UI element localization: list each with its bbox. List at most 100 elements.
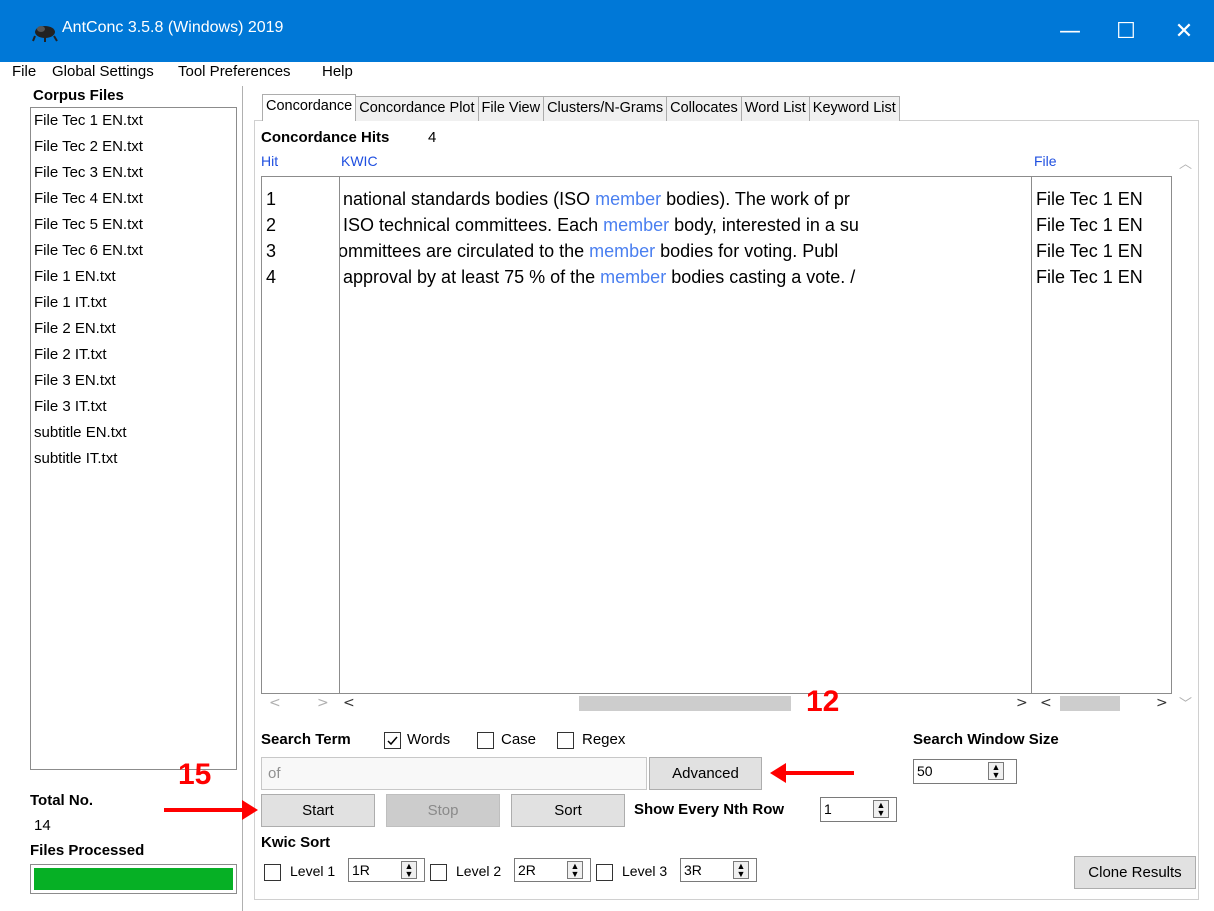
progress-fill <box>34 868 233 890</box>
hit-number[interactable]: 4 <box>266 267 276 288</box>
corpus-file-item[interactable]: File Tec 1 EN.txt <box>34 108 236 134</box>
spinner-arrows-icon[interactable]: ▲ ▼ <box>873 800 889 818</box>
search-window-size-spinner[interactable]: 50 ▲ ▼ <box>913 759 1017 784</box>
checkmark-icon <box>387 736 398 746</box>
scroll-right-icon[interactable]: > <box>1016 694 1028 713</box>
file-hscrollbar[interactable]: < > <box>1032 694 1172 713</box>
menu-help[interactable]: Help <box>322 63 353 80</box>
corpus-file-item[interactable]: subtitle EN.txt <box>34 420 236 446</box>
menu-tool-preferences[interactable]: Tool Preferences <box>178 63 291 80</box>
file-cell[interactable]: File Tec 1 EN <box>1036 189 1143 210</box>
panel-divider[interactable] <box>242 86 243 911</box>
spinner-arrows-icon[interactable]: ▲ ▼ <box>988 762 1004 780</box>
menu-global-settings[interactable]: Global Settings <box>52 63 154 80</box>
corpus-file-item[interactable]: File 1 EN.txt <box>34 264 236 290</box>
search-term-input[interactable]: of <box>261 757 647 790</box>
maximize-button[interactable]: ☐ <box>1096 0 1156 62</box>
corpus-file-item[interactable]: File Tec 6 EN.txt <box>34 238 236 264</box>
corpus-file-item[interactable]: File 1 IT.txt <box>34 290 236 316</box>
kwic-line[interactable]: ommittees are circulated to the member b… <box>339 241 838 262</box>
kwic-left-context: ommittees are circulated to the <box>339 241 590 261</box>
kwic-column[interactable]: national standards bodies (ISO member bo… <box>339 176 1032 694</box>
corpus-file-item[interactable]: File 3 IT.txt <box>34 394 236 420</box>
scroll-up-icon[interactable]: ︿ <box>1179 153 1192 172</box>
minimize-button[interactable]: — <box>1040 0 1100 62</box>
scroll-thumb[interactable] <box>1060 696 1120 711</box>
nth-row-value: 1 <box>824 801 832 817</box>
corpus-file-item[interactable]: File Tec 3 EN.txt <box>34 160 236 186</box>
regex-checkbox[interactable] <box>557 732 574 749</box>
antconc-app-icon <box>32 26 58 42</box>
hit-number[interactable]: 1 <box>266 189 276 210</box>
level3-value: 3R <box>684 862 702 878</box>
vertical-scrollbar[interactable]: ︿ ﹀ <box>1172 153 1197 713</box>
file-cell[interactable]: File Tec 1 EN <box>1036 267 1143 288</box>
scroll-right-icon[interactable]: > <box>1156 694 1168 713</box>
scroll-left-icon[interactable]: < <box>269 694 281 713</box>
corpus-file-item[interactable]: File 3 EN.txt <box>34 368 236 394</box>
kwic-keyword[interactable]: member <box>600 267 666 287</box>
start-button[interactable]: Start <box>261 794 375 827</box>
corpus-file-item[interactable]: File Tec 5 EN.txt <box>34 212 236 238</box>
nth-row-spinner[interactable]: 1 ▲ ▼ <box>820 797 897 822</box>
hit-column-header[interactable]: Hit <box>261 153 278 169</box>
tab-concordance-plot[interactable]: Concordance Plot <box>355 96 479 121</box>
kwic-hscrollbar[interactable]: < > <box>339 694 1032 713</box>
level3-spinner[interactable]: 3R ▲ ▼ <box>680 858 757 882</box>
hit-hscrollbar[interactable]: < > <box>261 694 339 713</box>
kwic-keyword[interactable]: member <box>595 189 661 209</box>
level2-spinner[interactable]: 2R ▲ ▼ <box>514 858 591 882</box>
file-column-header[interactable]: File <box>1034 153 1057 169</box>
kwic-keyword[interactable]: member <box>603 215 669 235</box>
scroll-right-icon[interactable]: > <box>317 694 329 713</box>
kwic-line[interactable]: ISO technical committees. Each member bo… <box>343 215 859 236</box>
advanced-button[interactable]: Advanced <box>649 757 762 790</box>
hit-number[interactable]: 2 <box>266 215 276 236</box>
menu-file[interactable]: File <box>12 63 36 80</box>
tool-tabs: Concordance Concordance Plot File View C… <box>262 94 900 121</box>
words-checkbox[interactable] <box>384 732 401 749</box>
search-window-size-value: 50 <box>917 763 933 779</box>
level1-value: 1R <box>352 862 370 878</box>
scroll-thumb[interactable] <box>579 696 791 711</box>
kwic-column-header[interactable]: KWIC <box>341 153 378 169</box>
spinner-arrows-icon[interactable]: ▲ ▼ <box>401 861 417 879</box>
spinner-arrows-icon[interactable]: ▲ ▼ <box>567 861 583 879</box>
kwic-line[interactable]: approval by at least 75 % of the member … <box>343 267 855 288</box>
spinner-arrows-icon[interactable]: ▲ ▼ <box>733 861 749 879</box>
level1-spinner[interactable]: 1R ▲ ▼ <box>348 858 425 882</box>
scroll-left-icon[interactable]: < <box>343 694 355 713</box>
case-label: Case <box>501 731 537 748</box>
tab-concordance[interactable]: Concordance <box>262 94 357 121</box>
kwic-right-context: bodies casting a vote. / <box>666 267 856 287</box>
hit-number[interactable]: 3 <box>266 241 276 262</box>
corpus-file-item[interactable]: File 2 EN.txt <box>34 316 236 342</box>
close-button[interactable]: ✕ <box>1154 0 1214 62</box>
corpus-file-item[interactable]: File Tec 4 EN.txt <box>34 186 236 212</box>
stop-button[interactable]: Stop <box>386 794 500 827</box>
tab-collocates[interactable]: Collocates <box>666 96 742 121</box>
scroll-down-icon[interactable]: ﹀ <box>1179 693 1192 712</box>
sort-button[interactable]: Sort <box>511 794 625 827</box>
file-cell[interactable]: File Tec 1 EN <box>1036 241 1143 262</box>
level3-checkbox[interactable] <box>596 864 613 881</box>
clone-results-button[interactable]: Clone Results <box>1074 856 1196 889</box>
file-cell[interactable]: File Tec 1 EN <box>1036 215 1143 236</box>
tab-word-list[interactable]: Word List <box>740 96 810 121</box>
kwic-keyword[interactable]: member <box>589 241 655 261</box>
corpus-file-item[interactable]: File Tec 2 EN.txt <box>34 134 236 160</box>
tab-clusters-ngrams[interactable]: Clusters/N-Grams <box>543 96 668 121</box>
kwic-line[interactable]: national standards bodies (ISO member bo… <box>343 189 850 210</box>
corpus-file-item[interactable]: File 2 IT.txt <box>34 342 236 368</box>
level1-checkbox[interactable] <box>264 864 281 881</box>
corpus-file-item[interactable]: subtitle IT.txt <box>34 446 236 472</box>
hit-column[interactable]: 1 2 3 4 <box>261 176 339 694</box>
file-column[interactable]: File Tec 1 EN File Tec 1 EN File Tec 1 E… <box>1032 176 1172 694</box>
tab-file-view[interactable]: File View <box>477 96 545 121</box>
level2-checkbox[interactable] <box>430 864 447 881</box>
kwic-right-context: body, interested in a su <box>669 215 859 235</box>
tab-keyword-list[interactable]: Keyword List <box>808 96 900 121</box>
case-checkbox[interactable] <box>477 732 494 749</box>
corpus-file-list[interactable]: File Tec 1 EN.txt File Tec 2 EN.txt File… <box>30 107 237 770</box>
scroll-left-icon[interactable]: < <box>1040 694 1052 713</box>
